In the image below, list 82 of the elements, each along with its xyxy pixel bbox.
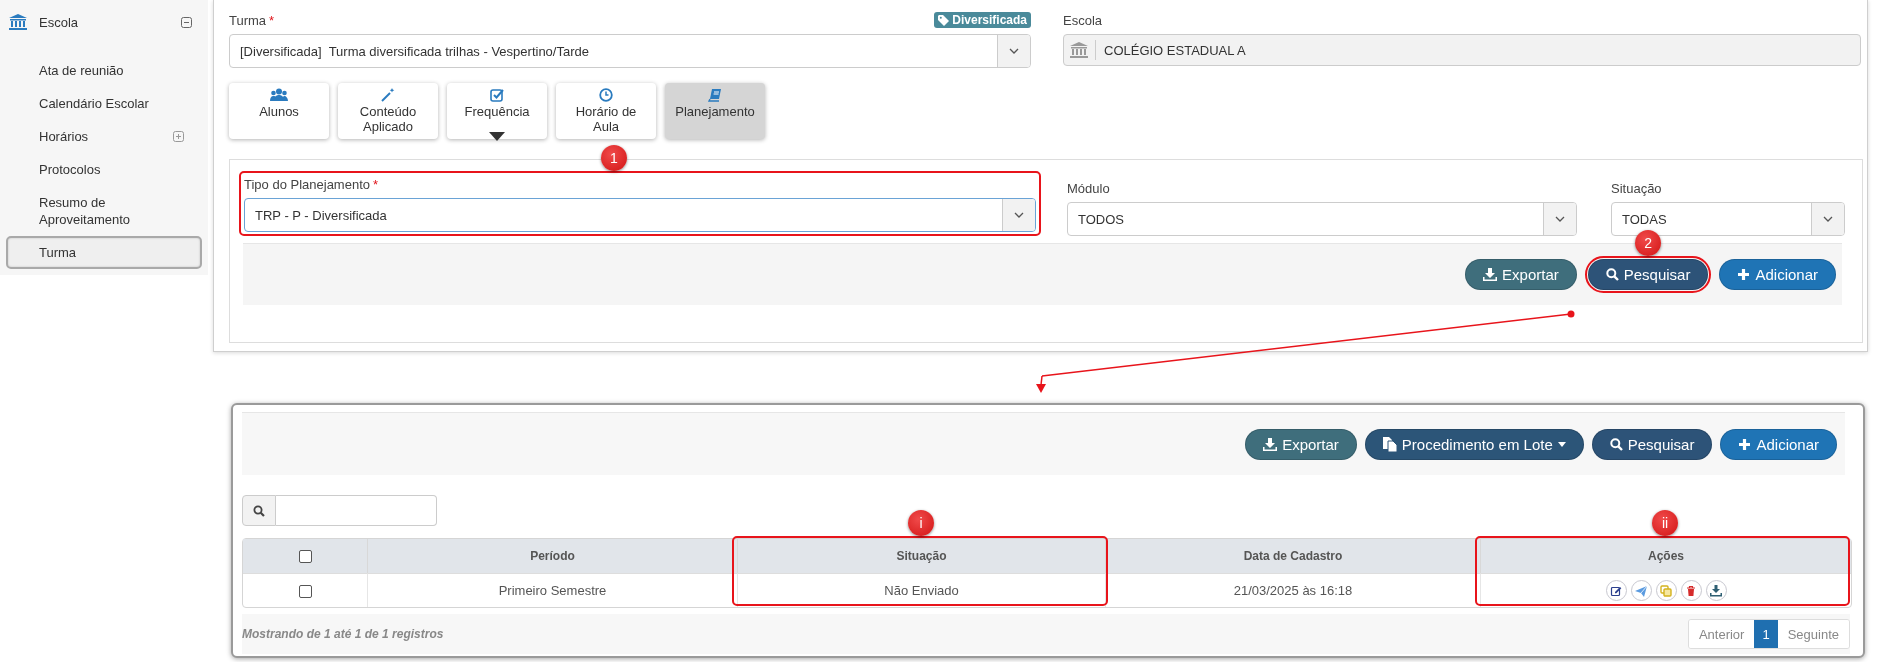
table-cell: Primeiro Semestre	[368, 573, 738, 607]
chevron-down-icon	[1555, 216, 1565, 222]
batch-procedure-button[interactable]: Procedimento em Lote	[1364, 428, 1584, 460]
copy-icon	[1660, 584, 1672, 597]
group-label: Escola	[39, 14, 80, 30]
edit-button[interactable]	[1605, 580, 1627, 601]
page-button[interactable]: 1	[1754, 620, 1778, 648]
book-icon	[708, 88, 722, 102]
export-button[interactable]: Exportar	[1245, 428, 1357, 460]
checkbox-icon	[490, 88, 504, 102]
clock-icon	[599, 88, 613, 102]
sidebar-item[interactable]: Resumo de Aproveitamento	[6, 186, 202, 236]
field-label: Escola	[1063, 12, 1104, 28]
magic-wand-icon	[381, 88, 395, 102]
required-mark: *	[373, 176, 379, 192]
tab[interactable]: Alunos	[229, 83, 329, 139]
plus-icon	[1737, 268, 1751, 281]
expand-icon[interactable]	[173, 131, 184, 142]
bank-icon	[1069, 41, 1089, 59]
chevron-down-icon	[1014, 212, 1024, 218]
next-page-button[interactable]: Seguinte	[1777, 620, 1849, 648]
chevron-down-icon	[1823, 216, 1833, 222]
search-icon	[1609, 437, 1623, 451]
previous-page-button[interactable]: Anterior	[1688, 620, 1755, 648]
required-mark: *	[269, 12, 275, 28]
school-field: COLÉGIO ESTADUAL A	[1063, 34, 1861, 66]
table-cell: 21/03/2025 às 16:18	[1106, 573, 1481, 607]
delete-button[interactable]	[1680, 580, 1702, 601]
search-button[interactable]: Pesquisar	[1591, 428, 1713, 460]
filter-select[interactable]: TODOS	[1067, 202, 1577, 236]
search-icon	[1605, 268, 1619, 281]
row-checkbox[interactable]	[298, 585, 312, 599]
download-icon	[1483, 268, 1498, 281]
sidebar-item[interactable]: Horários	[6, 120, 202, 153]
field-label: Tipo do Planejamento	[244, 176, 370, 192]
add-button[interactable]: Adicionar	[1719, 259, 1836, 290]
send-icon	[1635, 584, 1647, 597]
filter-select[interactable]: TRP - P - Diversificada	[244, 198, 1036, 232]
records-summary: Mostrando de 1 até 1 de 1 registros	[242, 627, 444, 641]
sidebar-group[interactable]: Escola	[0, 10, 208, 34]
caret-down-icon	[489, 132, 505, 141]
documents-icon	[1382, 436, 1397, 452]
annotation-marker: 2	[1635, 230, 1662, 256]
select-all-checkbox[interactable]	[298, 550, 312, 564]
sidebar-item[interactable]: Turma	[6, 236, 202, 269]
field-label: Módulo	[1067, 180, 1110, 196]
tag-icon	[938, 14, 950, 26]
annotation-marker: 1	[601, 145, 627, 171]
download-button[interactable]	[1705, 580, 1727, 601]
filter-select[interactable]: TODAS	[1611, 202, 1845, 236]
edit-icon	[1610, 584, 1622, 597]
delete-icon	[1685, 584, 1697, 597]
collapse-icon[interactable]	[181, 16, 192, 28]
field-label: Situação	[1611, 180, 1662, 196]
plus-icon	[1738, 437, 1752, 451]
tab[interactable]: Horário de Aula	[556, 83, 656, 139]
tab[interactable]: Planejamento	[665, 83, 765, 139]
column-header: Situação	[738, 539, 1106, 573]
caret-down-icon	[1557, 441, 1566, 447]
column-header: Data de Cadastro	[1106, 539, 1481, 573]
users-icon	[270, 88, 288, 102]
sidebar-item[interactable]: Protocolos	[6, 153, 202, 186]
bank-icon	[8, 13, 28, 31]
export-button[interactable]: Exportar	[1465, 259, 1577, 290]
column-header: Período	[368, 539, 738, 573]
diversificada-badge: Diversificada	[934, 12, 1031, 28]
download-icon	[1710, 584, 1722, 597]
tab[interactable]: Frequência	[447, 83, 547, 139]
column-header: Ações	[1481, 539, 1851, 573]
tab[interactable]: Conteúdo Aplicado	[338, 83, 438, 139]
search-input[interactable]	[276, 495, 437, 526]
chevron-down-icon	[1009, 48, 1019, 54]
field-label: Turma	[229, 12, 267, 28]
sidebar-item[interactable]: Ata de reunião	[6, 54, 202, 87]
download-icon	[1263, 437, 1278, 451]
search-icon	[253, 504, 265, 517]
annotation-marker: i	[908, 510, 934, 536]
table-cell: Não Enviado	[738, 573, 1106, 607]
sidebar-item[interactable]: Calendário Escolar	[6, 87, 202, 120]
add-button[interactable]: Adicionar	[1720, 428, 1837, 460]
turma-select[interactable]: [Diversificada] Turma diversificada trilhas - Vespertino/Tarde	[229, 34, 1031, 68]
annotation-marker: ii	[1652, 510, 1678, 536]
